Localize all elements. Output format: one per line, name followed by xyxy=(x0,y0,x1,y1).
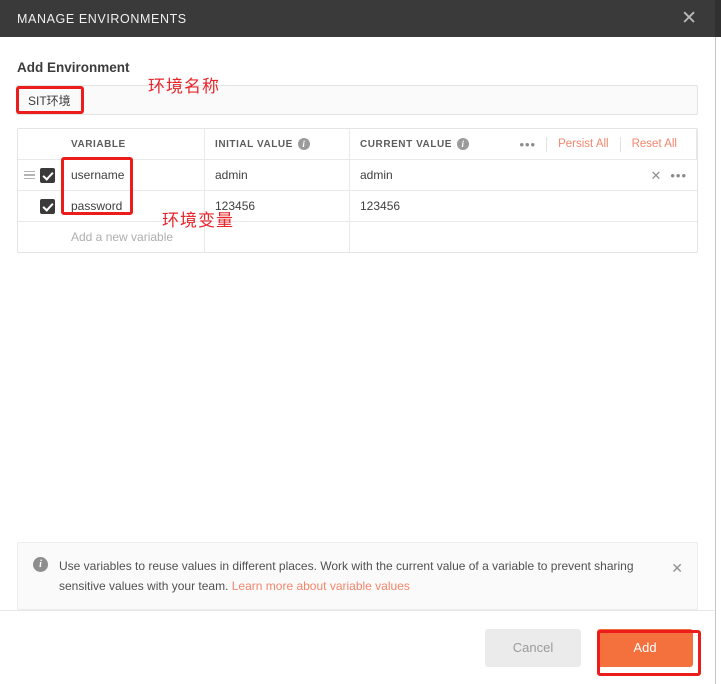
variable-name-text: username xyxy=(71,168,125,182)
new-current-value-cell[interactable] xyxy=(350,222,637,252)
initial-value-text: admin xyxy=(215,168,248,182)
cell-current-value[interactable]: 123456 xyxy=(350,191,637,221)
window-right-edge-top xyxy=(715,0,721,37)
manage-environments-dialog: MANAGE ENVIRONMENTS ✕ Add Environment VA… xyxy=(0,0,721,684)
table-more-options-icon[interactable]: ••• xyxy=(509,138,546,151)
dialog-body: Add Environment VARIABLE INITIAL VALUE i xyxy=(0,37,715,610)
learn-more-link[interactable]: Learn more about variable values xyxy=(232,579,410,593)
dialog-title: MANAGE ENVIRONMENTS xyxy=(17,11,187,26)
column-header-initial-value: INITIAL VALUE xyxy=(215,138,293,150)
column-header-variable: VARIABLE xyxy=(71,138,126,150)
info-icon-initial-value[interactable]: i xyxy=(297,138,310,150)
header-cell-current-value: CURRENT VALUE i ••• Persist All Reset Al… xyxy=(350,129,697,159)
header-cell-initial-value: INITIAL VALUE i xyxy=(205,129,350,159)
current-value-text: 123456 xyxy=(360,199,401,213)
new-variable-placeholder: Add a new variable xyxy=(71,230,174,244)
new-initial-value-cell[interactable] xyxy=(205,222,350,252)
row-actions-cell xyxy=(637,191,697,221)
info-icon-current-value[interactable]: i xyxy=(456,138,469,150)
header-handle-cell xyxy=(18,129,63,159)
row-handle-cell xyxy=(18,191,63,221)
cell-variable-name[interactable]: password xyxy=(63,191,205,221)
variable-name-text: password xyxy=(71,199,123,213)
cell-initial-value[interactable]: admin xyxy=(205,160,350,190)
drag-handle-icon[interactable] xyxy=(24,170,35,180)
delete-row-icon[interactable]: ✕ xyxy=(650,169,661,182)
header-actions-group: ••• Persist All Reset All xyxy=(469,136,696,152)
table-row: username admin admin ✕ ••• xyxy=(18,159,697,190)
dialog-footer: Cancel Add xyxy=(0,610,715,684)
cell-initial-value[interactable]: 123456 xyxy=(205,191,350,221)
cell-variable-name[interactable]: username xyxy=(63,160,205,190)
window-right-edge xyxy=(715,0,721,684)
new-variable-input-cell[interactable]: Add a new variable xyxy=(63,222,205,252)
environment-name-input[interactable] xyxy=(17,85,698,115)
table-header-row: VARIABLE INITIAL VALUE i CURRENT VALUE i… xyxy=(18,129,697,159)
persist-all-link[interactable]: Persist All xyxy=(547,138,620,150)
cancel-button[interactable]: Cancel xyxy=(485,628,581,667)
add-button[interactable]: Add xyxy=(597,628,693,667)
row-checkbox[interactable] xyxy=(40,167,55,183)
row-checkbox[interactable] xyxy=(40,198,55,214)
cell-current-value[interactable]: admin xyxy=(350,160,637,190)
current-value-text: admin xyxy=(360,168,393,182)
column-header-current-value: CURRENT VALUE xyxy=(360,138,452,150)
info-banner: i Use variables to reuse values in diffe… xyxy=(17,542,698,610)
dismiss-banner-icon[interactable]: ✕ xyxy=(671,561,683,575)
row-handle-cell xyxy=(18,160,63,190)
row-actions-cell: ✕ ••• xyxy=(637,160,697,190)
row-more-options-icon[interactable]: ••• xyxy=(670,169,687,182)
table-row: password 123456 123456 xyxy=(18,190,697,221)
variables-table: VARIABLE INITIAL VALUE i CURRENT VALUE i… xyxy=(17,128,698,253)
initial-value-text: 123456 xyxy=(215,199,256,213)
header-cell-variable: VARIABLE xyxy=(63,129,205,159)
new-row-actions-cell xyxy=(637,222,697,252)
add-new-variable-row[interactable]: Add a new variable xyxy=(18,221,697,252)
info-icon: i xyxy=(33,557,48,572)
new-row-handle-cell xyxy=(18,222,63,252)
page-title: Add Environment xyxy=(17,60,130,75)
info-banner-text: Use variables to reuse values in differe… xyxy=(48,556,671,596)
close-icon[interactable]: ✕ xyxy=(677,7,701,30)
dialog-titlebar: MANAGE ENVIRONMENTS ✕ xyxy=(0,0,715,37)
reset-all-link[interactable]: Reset All xyxy=(621,138,688,150)
